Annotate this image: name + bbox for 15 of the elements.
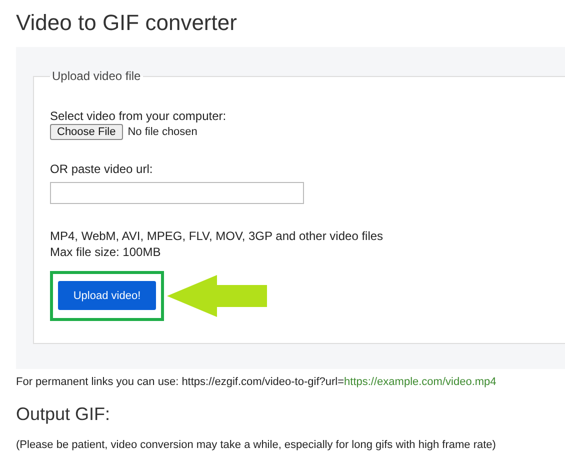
upload-button[interactable]: Upload video! <box>58 281 156 310</box>
output-heading: Output GIF: <box>16 404 112 425</box>
fieldset-legend: Upload video file <box>50 69 143 83</box>
choose-file-button[interactable]: Choose File <box>50 124 123 140</box>
example-link[interactable]: https://example.com/video.mp4 <box>344 376 496 388</box>
arrow-icon <box>167 275 267 317</box>
max-size-text: Max file size: 100MB <box>50 244 162 260</box>
patience-note: (Please be patient, video conversion may take a while, especially for long gifs with high frame rate) <box>16 439 497 451</box>
url-label: OR paste video url: <box>50 162 154 176</box>
url-input-field[interactable] <box>50 182 304 204</box>
file-status: No file chosen <box>128 126 198 138</box>
page-title: Video to GIF converter <box>16 9 238 37</box>
permanent-link-text: For permanent links you can use: https://ezgif.com/video-to-gif?url=https://example.com/video.mp4 <box>16 376 498 388</box>
file-label: Select video from your computer: <box>50 109 228 123</box>
formats-text: MP4, WebM, AVI, MPEG, FLV, MOV, 3GP and other video files <box>50 228 384 244</box>
